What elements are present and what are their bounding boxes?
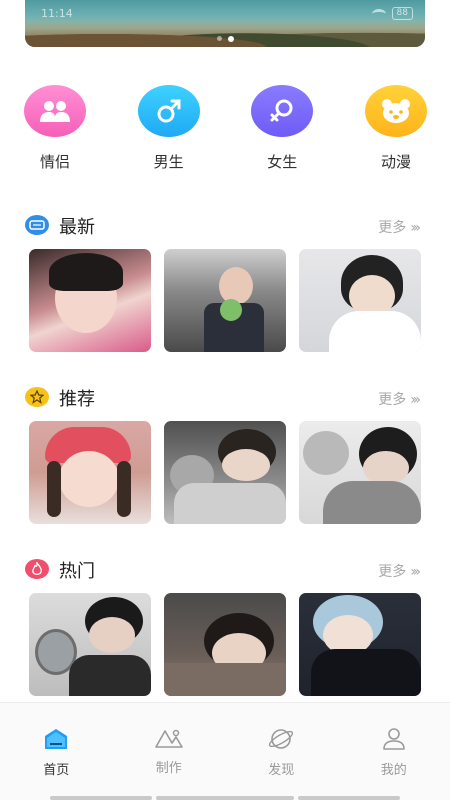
profile-icon xyxy=(382,728,405,750)
bear-icon xyxy=(364,85,427,137)
more-link[interactable]: 更多 ››› xyxy=(378,561,421,581)
banner-dot-active[interactable] xyxy=(227,36,234,42)
section-title: 最新 xyxy=(59,217,95,238)
nav-label: 发现 xyxy=(268,763,295,778)
avatar-thumbnail[interactable] xyxy=(164,421,286,524)
section-latest: 最新 更多 ››› xyxy=(0,213,450,352)
star-badge-icon xyxy=(25,387,49,407)
chevron-right-icon: ››› xyxy=(410,392,421,408)
battery-indicator: 88 xyxy=(391,7,413,20)
avatar-thumbnail[interactable] xyxy=(29,593,151,696)
avatar-thumbnail[interactable] xyxy=(299,249,421,352)
section-recommended: 推荐 更多 ››› xyxy=(0,385,450,524)
category-label: 动漫 xyxy=(380,153,411,171)
more-link[interactable]: 更多 ››› xyxy=(378,217,421,237)
nav-label: 首页 xyxy=(43,763,70,778)
category-male[interactable]: 男生 xyxy=(137,85,201,172)
nav-profile[interactable]: 我的 xyxy=(338,703,450,800)
nav-label: 我的 xyxy=(380,763,407,778)
nav-home[interactable]: 首页 xyxy=(0,703,113,800)
male-icon xyxy=(137,85,200,137)
avatar-thumbnail[interactable] xyxy=(299,593,421,696)
category-label: 男生 xyxy=(153,153,184,171)
bottom-navigation: 首页 制作 发现 我的 xyxy=(0,702,450,800)
section-header: 推荐 更多 ››› xyxy=(0,385,450,411)
category-couple[interactable]: 情侣 xyxy=(23,85,87,172)
chevron-right-icon: ››› xyxy=(410,564,421,580)
flame-badge-icon xyxy=(25,559,49,579)
avatar-thumbnail[interactable] xyxy=(164,249,286,352)
category-row: 情侣 男生 女生 动漫 xyxy=(23,85,428,172)
gesture-bar xyxy=(156,796,294,800)
wifi-icon xyxy=(371,8,386,19)
female-icon xyxy=(251,85,314,137)
nav-label: 制作 xyxy=(155,761,182,776)
chevron-right-icon: ››› xyxy=(410,220,421,236)
gesture-bar xyxy=(298,796,400,800)
discover-icon xyxy=(269,729,294,749)
nav-create[interactable]: 制作 xyxy=(113,703,226,800)
banner-landscape xyxy=(25,21,425,47)
status-time: 11:14 xyxy=(41,7,73,20)
category-female[interactable]: 女生 xyxy=(250,85,314,172)
create-icon xyxy=(154,729,183,748)
couple-icon xyxy=(24,85,86,137)
section-title: 推荐 xyxy=(59,389,95,410)
thumbnail-grid xyxy=(29,593,421,696)
section-header: 热门 更多 ››› xyxy=(0,557,450,583)
new-badge-icon xyxy=(25,215,49,235)
nav-discover[interactable]: 发现 xyxy=(225,703,338,800)
section-header: 最新 更多 ››› xyxy=(0,213,450,239)
more-link[interactable]: 更多 ››› xyxy=(378,389,421,409)
thumbnail-grid xyxy=(29,421,421,524)
section-title: 热门 xyxy=(59,561,95,582)
category-label: 情侣 xyxy=(39,153,70,171)
avatar-thumbnail[interactable] xyxy=(29,249,151,352)
thumbnail-grid xyxy=(29,249,421,352)
avatar-thumbnail[interactable] xyxy=(29,421,151,524)
gesture-bar xyxy=(50,796,152,800)
avatar-thumbnail[interactable] xyxy=(299,421,421,524)
section-popular: 热门 更多 ››› xyxy=(0,557,450,696)
home-icon xyxy=(45,729,68,749)
banner-dot[interactable] xyxy=(216,36,222,41)
top-banner[interactable]: 11:14 88 xyxy=(25,0,425,47)
category-anime[interactable]: 动漫 xyxy=(364,85,428,172)
banner-pagination xyxy=(25,36,425,42)
status-icons: 88 xyxy=(371,7,413,20)
category-label: 女生 xyxy=(267,153,298,171)
avatar-thumbnail[interactable] xyxy=(164,593,286,696)
